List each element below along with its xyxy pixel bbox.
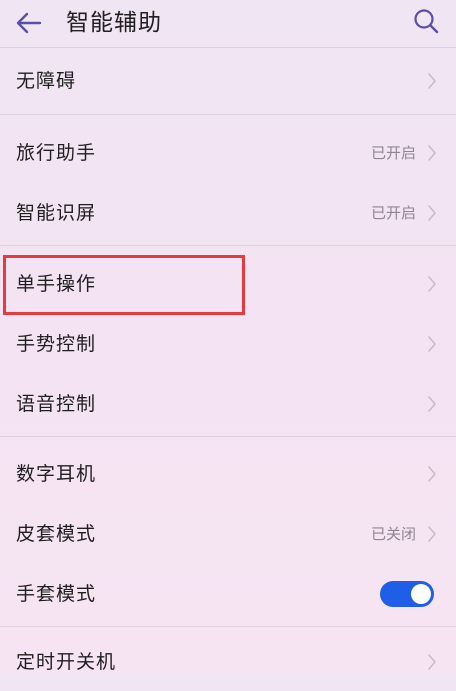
chevron-right-icon <box>427 335 437 353</box>
setting-row-gesture-control[interactable]: 手势控制 <box>0 315 456 373</box>
setting-row-scheduled-power[interactable]: 定时开关机 <box>0 633 456 691</box>
setting-row-travel-assistant[interactable]: 旅行助手 已开启 <box>0 124 456 182</box>
app-header: 智能辅助 <box>0 0 456 48</box>
status-text: 已开启 <box>370 144 416 162</box>
setting-label: 旅行助手 <box>16 142 97 164</box>
arrow-left-icon <box>16 12 42 34</box>
section-divider <box>0 626 456 627</box>
toggle-knob <box>411 584 431 604</box>
chevron-right-icon <box>427 144 437 162</box>
chevron-right-icon <box>427 275 437 293</box>
setting-label: 手势控制 <box>16 333 97 355</box>
chevron-right-icon <box>427 525 437 543</box>
chevron-right-icon <box>427 72 437 90</box>
highlight-box <box>3 255 245 315</box>
status-text: 已关闭 <box>370 525 416 543</box>
section-divider <box>0 245 456 246</box>
setting-label: 手套模式 <box>16 583 97 605</box>
search-button[interactable] <box>412 7 440 35</box>
setting-label: 数字耳机 <box>16 463 97 485</box>
chevron-right-icon <box>427 465 437 483</box>
chevron-right-icon <box>427 204 437 222</box>
back-button[interactable] <box>14 8 44 38</box>
setting-label: 定时开关机 <box>16 651 117 673</box>
setting-row-digital-headset[interactable]: 数字耳机 <box>0 445 456 503</box>
setting-label: 无障碍 <box>16 70 77 92</box>
search-icon <box>414 9 439 34</box>
setting-row-voice-control[interactable]: 语音控制 <box>0 375 456 433</box>
setting-label: 皮套模式 <box>16 523 97 545</box>
section-divider <box>0 114 456 115</box>
setting-row-glove-mode: 手套模式 <box>0 565 456 623</box>
chevron-right-icon <box>427 653 437 671</box>
section-divider <box>0 436 456 437</box>
setting-label: 语音控制 <box>16 393 97 415</box>
setting-row-cover-mode[interactable]: 皮套模式 已关闭 <box>0 505 456 563</box>
setting-label: 智能识屏 <box>16 202 97 224</box>
glove-mode-toggle[interactable] <box>380 581 434 607</box>
setting-row-accessibility[interactable]: 无障碍 <box>0 52 456 110</box>
status-text: 已开启 <box>370 204 416 222</box>
chevron-right-icon <box>427 395 437 413</box>
page-title: 智能辅助 <box>66 10 162 36</box>
setting-row-smart-screen-recognition[interactable]: 智能识屏 已开启 <box>0 184 456 242</box>
